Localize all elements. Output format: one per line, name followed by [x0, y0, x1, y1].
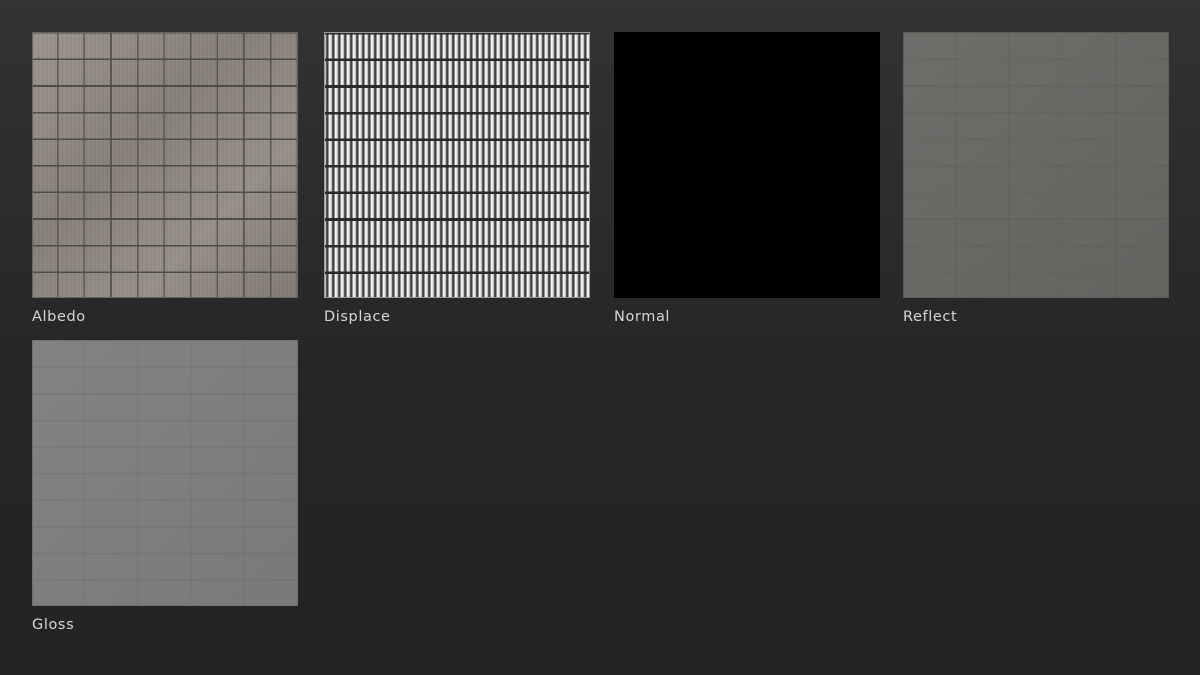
gloss-map-thumbnail[interactable] [32, 340, 298, 606]
map-card-gloss[interactable]: Gloss [32, 340, 300, 634]
normal-map-thumbnail[interactable] [614, 32, 880, 298]
normal-map-label: Normal [614, 309, 671, 325]
map-card-albedo[interactable]: Albedo [32, 32, 300, 326]
reflect-map-thumbnail[interactable] [903, 32, 1169, 298]
gloss-map-label: Gloss [32, 617, 75, 633]
map-card-normal[interactable]: Normal [614, 32, 882, 326]
displace-map-thumbnail[interactable] [324, 32, 590, 298]
texture-map-gallery: Albedo Displace Normal Reflect Gloss [0, 0, 1200, 675]
albedo-map-label: Albedo [32, 309, 86, 325]
map-card-reflect[interactable]: Reflect [903, 32, 1171, 326]
map-card-displace[interactable]: Displace [324, 32, 592, 326]
reflect-map-label: Reflect [903, 309, 958, 325]
albedo-map-thumbnail[interactable] [32, 32, 298, 298]
displace-map-label: Displace [324, 309, 391, 325]
